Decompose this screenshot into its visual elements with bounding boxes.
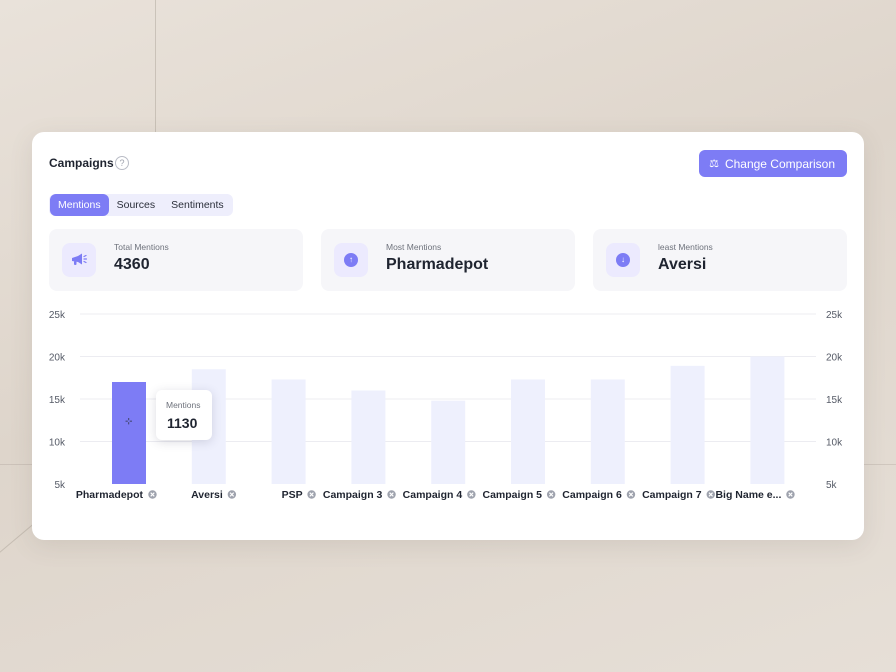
bar[interactable]	[750, 356, 785, 485]
y-tick-label-left: 5k	[54, 480, 66, 491]
bar[interactable]	[112, 382, 146, 484]
bar[interactable]	[271, 379, 306, 484]
wall-line	[155, 0, 156, 133]
tooltip-value: 1130	[167, 415, 198, 431]
bar[interactable]	[590, 379, 625, 484]
tooltip-label: Mentions	[166, 400, 201, 410]
mentions-bar-chart: 5k 5k 10k 10k 15k 15k 20k 20k 25k 25k Pharmadepot A…	[49, 310, 843, 501]
bar[interactable]	[431, 400, 466, 484]
campaigns-card: Campaigns ? ⚖ Change Comparison Mentions…	[32, 132, 864, 540]
x-tick-label: Campaign 7	[642, 489, 702, 501]
y-tick-label-left: 10k	[49, 438, 66, 449]
chart-tooltip: Mentions 1130	[156, 390, 212, 440]
bar[interactable]	[351, 390, 386, 485]
y-tick-label-right: 25k	[826, 310, 843, 321]
y-tick-label-right: 15k	[826, 395, 843, 406]
y-tick-label-left: 15k	[49, 395, 66, 406]
bar[interactable]	[670, 365, 705, 484]
bar[interactable]	[511, 379, 545, 484]
x-tick-label: Big Name e...	[715, 489, 781, 501]
x-tick-label: Campaign 3	[323, 489, 383, 501]
wall-line	[0, 521, 37, 561]
x-tick-label: Pharmadepot	[76, 489, 144, 501]
y-tick-label-right: 5k	[826, 480, 838, 491]
x-tick-label: Campaign 4	[403, 489, 463, 501]
y-tick-label-left: 25k	[49, 310, 66, 321]
x-tick-label: Campaign 5	[482, 489, 542, 501]
y-tick-label-right: 20k	[826, 353, 843, 364]
y-tick-label-left: 20k	[49, 353, 66, 364]
x-tick-label: Campaign 6	[562, 489, 622, 501]
x-tick-label: PSP	[282, 489, 303, 501]
x-tick-label: Aversi	[191, 489, 223, 501]
cursor-icon: ⊹	[125, 416, 133, 426]
y-tick-label-right: 10k	[826, 438, 843, 449]
